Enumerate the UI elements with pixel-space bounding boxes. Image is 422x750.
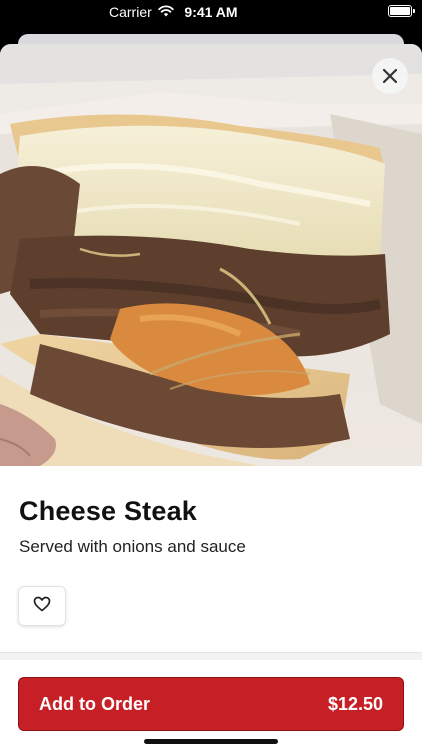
cheese-steak-photo [0,44,422,466]
status-bar: Carrier 9:41 AM [0,0,422,26]
add-to-order-label: Add to Order [39,693,150,714]
status-time: 9:41 AM [184,4,238,20]
add-to-order-button[interactable]: Add to Order $12.50 [18,677,404,731]
section-divider [0,652,422,660]
heart-outline-icon [33,596,51,617]
close-button[interactable] [372,58,408,94]
close-icon [382,68,398,84]
favorite-button[interactable] [18,586,66,626]
battery-icon [388,5,415,17]
item-description: Served with onions and sauce [19,537,246,556]
item-photo [0,44,422,466]
item-detail-sheet: Cheese Steak Served with onions and sauc… [0,44,422,750]
item-title: Cheese Steak [19,496,198,526]
item-price: $12.50 [327,693,383,714]
home-indicator [144,739,278,744]
